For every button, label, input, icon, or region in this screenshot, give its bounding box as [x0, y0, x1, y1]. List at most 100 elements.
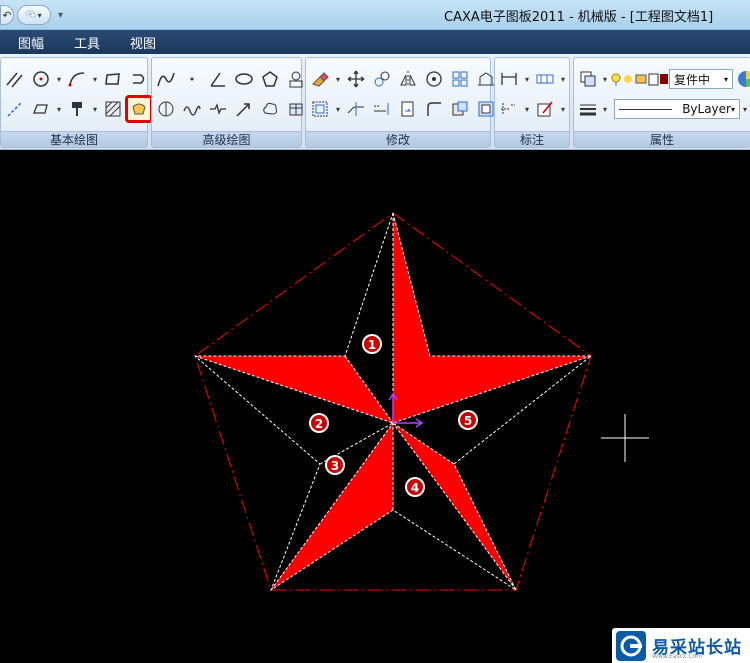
point-icon [190, 77, 194, 81]
doc-arrow-icon [401, 101, 414, 117]
title-bar: ↶ ↷ ▾ ▾ CAXA电子图板2011 - 机械版 - [工程图文档1] [0, 0, 750, 30]
scale-dropdown[interactable]: ▾ [334, 105, 342, 114]
cloud-line-button[interactable] [258, 97, 282, 121]
panel-title-properties: 属性 [574, 131, 750, 147]
copy-tool-button[interactable] [370, 67, 394, 91]
rotate-tool-button[interactable] [422, 67, 446, 91]
rectangle-icon [105, 73, 120, 85]
block-icon [289, 71, 303, 88]
quick-access-customize-button[interactable]: ▾ [54, 10, 67, 21]
paint-icon [72, 102, 82, 116]
lineweight-icon [580, 104, 596, 116]
text-annotation-button[interactable] [533, 97, 557, 121]
dimension-dropdown[interactable]: ▾ [523, 75, 531, 84]
leader-icon [501, 103, 515, 115]
shape-dropdown[interactable]: ▾ [55, 105, 63, 114]
arrow-tool-button[interactable] [232, 97, 256, 121]
arrow-icon [236, 103, 250, 117]
drawing-canvas[interactable]: 1 2 3 4 5 [0, 150, 750, 663]
move-tool-button[interactable] [344, 67, 368, 91]
symbol-dropdown[interactable]: ▾ [559, 75, 567, 84]
move-icon [347, 70, 365, 88]
layer-state-icon [611, 73, 668, 86]
spline-curve-button[interactable] [154, 67, 178, 91]
lineweight-button[interactable] [576, 97, 600, 121]
text-annotation-dropdown[interactable]: ▾ [559, 105, 567, 114]
svg-text:4: 4 [411, 481, 419, 495]
symbol-tool-button[interactable] [533, 67, 557, 91]
centerline-tool-button[interactable] [29, 97, 53, 121]
angle-line-button[interactable] [206, 67, 230, 91]
fillet-icon [427, 102, 441, 116]
menu-bar: 图幅 工具 视图 [0, 30, 750, 54]
line-tool-button[interactable] [3, 67, 27, 91]
menu-item-sheet[interactable]: 图幅 [0, 33, 56, 52]
spline-tool-button[interactable] [127, 67, 151, 91]
linetype-select[interactable]: ByLayer ▾ [614, 99, 740, 119]
fill-tool-button[interactable] [125, 95, 153, 123]
panel-title-modify: 修改 [306, 131, 490, 147]
undo-button[interactable]: ↶ [0, 5, 14, 25]
properties-more-dropdown[interactable]: ▾ [741, 105, 749, 114]
break-tool-button[interactable] [396, 97, 420, 121]
explode-icon [478, 101, 494, 117]
svg-text:1: 1 [368, 338, 376, 352]
window-title: CAXA电子图板2011 - 机械版 - [工程图文档1] [444, 10, 714, 25]
dimension-tool-button[interactable] [497, 67, 521, 91]
lineweight-dropdown[interactable]: ▾ [601, 105, 609, 114]
chamfer-tool-button[interactable] [448, 97, 472, 121]
polygon-tool-button[interactable] [258, 67, 282, 91]
color-wheel-button[interactable] [734, 67, 750, 91]
linetype-value: ByLayer [682, 102, 731, 116]
circle-icon [33, 71, 49, 87]
extend-tool-button[interactable] [370, 97, 394, 121]
circle-dropdown[interactable]: ▾ [55, 75, 63, 84]
menu-item-view[interactable]: 视图 [112, 33, 168, 52]
wave-tool-button[interactable] [180, 97, 204, 121]
tolerance-icon [536, 74, 554, 84]
layer-state-icons[interactable] [610, 67, 668, 91]
hatch-tool-button[interactable] [101, 97, 125, 121]
circle-tool-button[interactable] [29, 67, 53, 91]
erase-tool-button[interactable] [308, 67, 332, 91]
erase-dropdown[interactable]: ▾ [334, 75, 342, 84]
pentagon-icon [262, 71, 278, 87]
polyline-tool-button[interactable] [3, 97, 27, 121]
fillet-tool-button[interactable] [422, 97, 446, 121]
rectangle-tool-button[interactable] [101, 67, 125, 91]
text-tool-button[interactable] [65, 97, 89, 121]
leader-dropdown[interactable]: ▾ [523, 105, 531, 114]
layer-select[interactable]: 复件中 ▾ [669, 69, 733, 89]
arc-icon [68, 72, 85, 87]
break-line-button[interactable] [206, 97, 230, 121]
menu-item-tools[interactable]: 工具 [56, 33, 112, 52]
stretch-icon [478, 72, 494, 86]
mirror-tool-button[interactable] [396, 67, 420, 91]
watermark: 易采站长站 Www.Easck.Com [612, 628, 750, 663]
layer-manager-button[interactable] [576, 67, 600, 91]
hole-tool-button[interactable] [154, 97, 178, 121]
ribbon: ▾ ▾ ▾ ▾ 基本绘图 高级绘图 ▾ ▾ 修改 ▾ ▾ ▾ ▾ 标注 ▾ 复件… [0, 54, 750, 150]
chevron-down-icon: ▾ [730, 104, 735, 114]
arc-dropdown[interactable]: ▾ [91, 75, 99, 84]
rotate-icon [426, 71, 442, 87]
arc-tool-button[interactable] [65, 67, 89, 91]
region-label-1: 1 [362, 334, 382, 354]
ellipse-tool-button[interactable] [232, 67, 256, 91]
scale-icon [312, 101, 328, 117]
scale-tool-button[interactable] [308, 97, 332, 121]
hook-curve-icon [133, 74, 145, 84]
layer-manager-dropdown[interactable]: ▾ [601, 75, 609, 84]
copy-icon [374, 71, 390, 87]
leader-tool-button[interactable] [497, 97, 521, 121]
undo-icon: ↶ [2, 8, 12, 22]
redo-button[interactable]: ↷ ▾ [17, 5, 51, 25]
trim-tool-button[interactable] [344, 97, 368, 121]
ellipse-icon [235, 73, 253, 85]
edit-text-icon [537, 101, 553, 117]
point-tool-button[interactable] [180, 67, 204, 91]
array-tool-button[interactable] [448, 67, 472, 91]
region-label-2: 2 [309, 413, 329, 433]
text-dropdown[interactable]: ▾ [91, 105, 99, 114]
star-fill-top-right [393, 213, 591, 423]
